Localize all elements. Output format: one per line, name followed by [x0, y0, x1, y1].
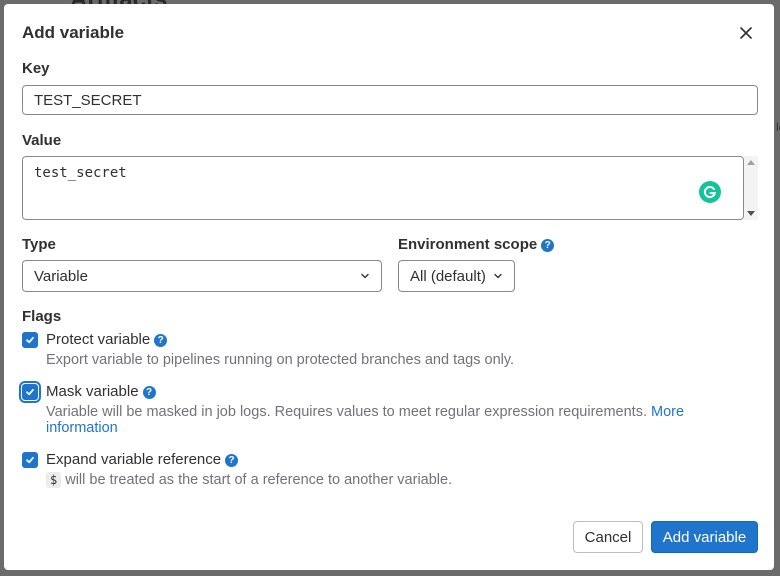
check-icon	[26, 388, 34, 396]
expand-variable-help: $ will be treated as the start of a refer…	[46, 472, 726, 488]
expand-variable-label[interactable]: Expand variable reference?	[46, 451, 239, 468]
expand-variable-label-text[interactable]: Expand variable reference	[46, 451, 221, 468]
more-information-link[interactable]: More	[651, 404, 684, 420]
type-select[interactable]: Variable	[22, 260, 382, 292]
environment-scope-label: Environment scope?	[398, 236, 555, 253]
protect-variable-help: Export variable to pipelines running on …	[46, 352, 515, 368]
chevron-down-icon	[361, 273, 369, 279]
mask-variable-label-text[interactable]: Mask variable	[46, 383, 139, 400]
question-circle-icon[interactable]: ?	[142, 385, 156, 399]
textarea-scrollbar[interactable]	[744, 156, 758, 220]
check-icon	[26, 336, 34, 344]
question-circle-icon[interactable]: ?	[225, 453, 239, 467]
expand-variable-help-text: will be treated as the start of a refere…	[65, 472, 453, 488]
environment-selected-value: All (default)	[410, 267, 486, 285]
mask-variable-help-text: Variable will be masked in job logs. Req…	[46, 404, 647, 420]
chevron-down-icon	[494, 273, 502, 279]
environment-scope-label-text: Environment scope	[398, 236, 538, 253]
key-label: Key	[22, 60, 50, 77]
cancel-button[interactable]: Cancel	[573, 521, 643, 553]
dollar-code: $	[46, 472, 62, 488]
close-icon[interactable]	[736, 23, 756, 43]
type-selected-value: Variable	[34, 267, 88, 285]
question-circle-icon[interactable]: ?	[541, 238, 555, 252]
mask-variable-label[interactable]: Mask variable?	[46, 383, 156, 400]
mask-variable-checkbox[interactable]	[22, 384, 38, 400]
key-input[interactable]	[22, 85, 758, 115]
expand-variable-checkbox[interactable]	[22, 452, 38, 468]
environment-scope-dropdown[interactable]: All (default)	[398, 260, 515, 292]
type-label: Type	[22, 236, 56, 253]
protect-variable-label-text[interactable]: Protect variable	[46, 331, 150, 348]
value-textarea-wrapper: test_secret	[22, 156, 758, 220]
protect-variable-checkbox[interactable]	[22, 332, 38, 348]
value-label: Value	[22, 132, 62, 149]
check-icon	[26, 456, 34, 464]
scroll-down-arrow-icon[interactable]	[747, 211, 755, 216]
protect-variable-label[interactable]: Protect variable?	[46, 331, 168, 348]
add-variable-modal: Add variable Key Value test_secret Type …	[4, 4, 774, 570]
add-variable-button[interactable]: Add variable	[651, 521, 758, 553]
scroll-up-arrow-icon[interactable]	[747, 160, 755, 165]
more-information-link-continued[interactable]: information	[46, 420, 118, 436]
question-circle-icon[interactable]: ?	[154, 333, 168, 347]
flags-heading: Flags	[22, 308, 62, 325]
background-text-fragment: le	[776, 120, 780, 134]
grammarly-icon[interactable]	[699, 181, 721, 203]
value-textarea[interactable]: test_secret	[22, 156, 744, 220]
mask-variable-help: Variable will be masked in job logs. Req…	[46, 404, 726, 436]
modal-title: Add variable	[22, 23, 125, 42]
